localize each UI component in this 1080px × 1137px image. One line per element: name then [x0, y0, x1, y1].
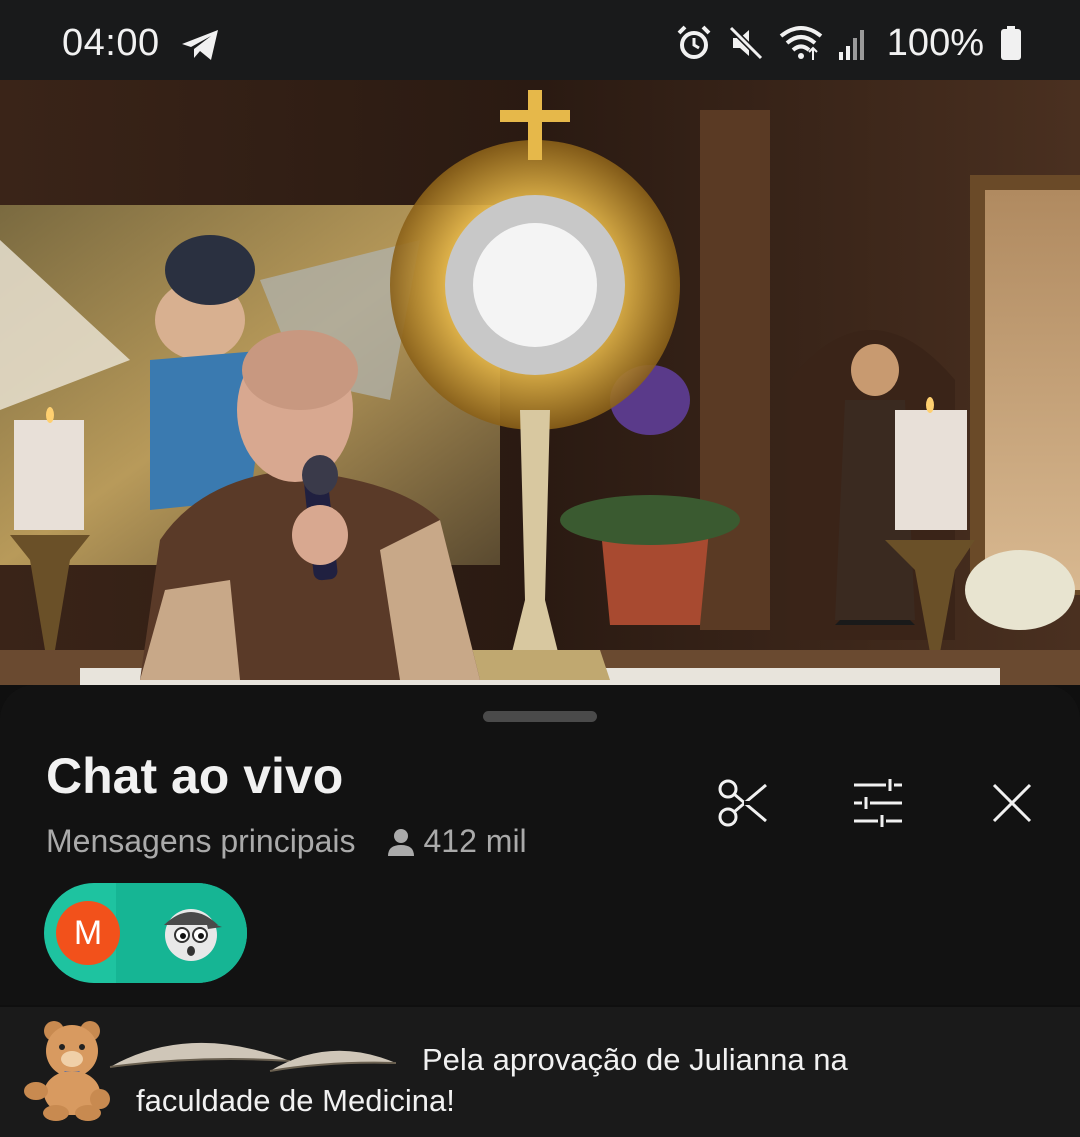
- video-player[interactable]: [0, 80, 1080, 685]
- mute-icon: [728, 25, 763, 61]
- status-icons: 100%: [675, 20, 1022, 66]
- wifi-icon: [779, 26, 823, 60]
- drag-handle[interactable]: [483, 711, 597, 722]
- signal-icon: [838, 30, 864, 60]
- viewer-count: 412 mil: [386, 823, 527, 860]
- message-line-2: faculdade de Medicina!: [136, 1083, 455, 1118]
- clip-icon: [718, 779, 767, 827]
- message-text: Pela aprovação de Julianna na faculdade d…: [136, 1039, 1036, 1121]
- telegram-icon: [182, 30, 218, 60]
- pinned-message[interactable]: Pela aprovação de Julianna na faculdade d…: [0, 1007, 1080, 1137]
- alarm-icon: [677, 25, 711, 59]
- cartoon-avatar-icon[interactable]: [156, 897, 226, 967]
- status-time: 04:00: [62, 22, 160, 64]
- battery-percent: 100%: [886, 21, 984, 64]
- filter-icon: [854, 779, 902, 827]
- clip-button[interactable]: [710, 771, 774, 835]
- participants-pill[interactable]: M: [44, 883, 247, 983]
- chat-subtitle: Mensagens principais 412 mil: [46, 823, 527, 860]
- avatar[interactable]: M: [56, 901, 120, 965]
- chat-title: Chat ao vivo: [46, 748, 344, 804]
- close-button[interactable]: [980, 771, 1044, 835]
- battery-icon: [1001, 26, 1021, 60]
- viewer-count-text: 412 mil: [423, 823, 527, 859]
- live-chat-panel: Chat ao vivo Mensagens principais 412 mi…: [0, 685, 1080, 1137]
- close-icon: [992, 783, 1032, 823]
- person-icon: [387, 828, 414, 856]
- chat-mode[interactable]: Mensagens principais: [46, 823, 356, 860]
- video-frame: [0, 80, 1080, 685]
- filter-button[interactable]: [846, 771, 910, 835]
- message-line-1: Pela aprovação de Julianna na: [422, 1042, 848, 1077]
- chat-header: Chat ao vivo Mensagens principais 412 mi…: [0, 685, 1080, 1005]
- status-bar: 04:00 100%: [0, 0, 1080, 80]
